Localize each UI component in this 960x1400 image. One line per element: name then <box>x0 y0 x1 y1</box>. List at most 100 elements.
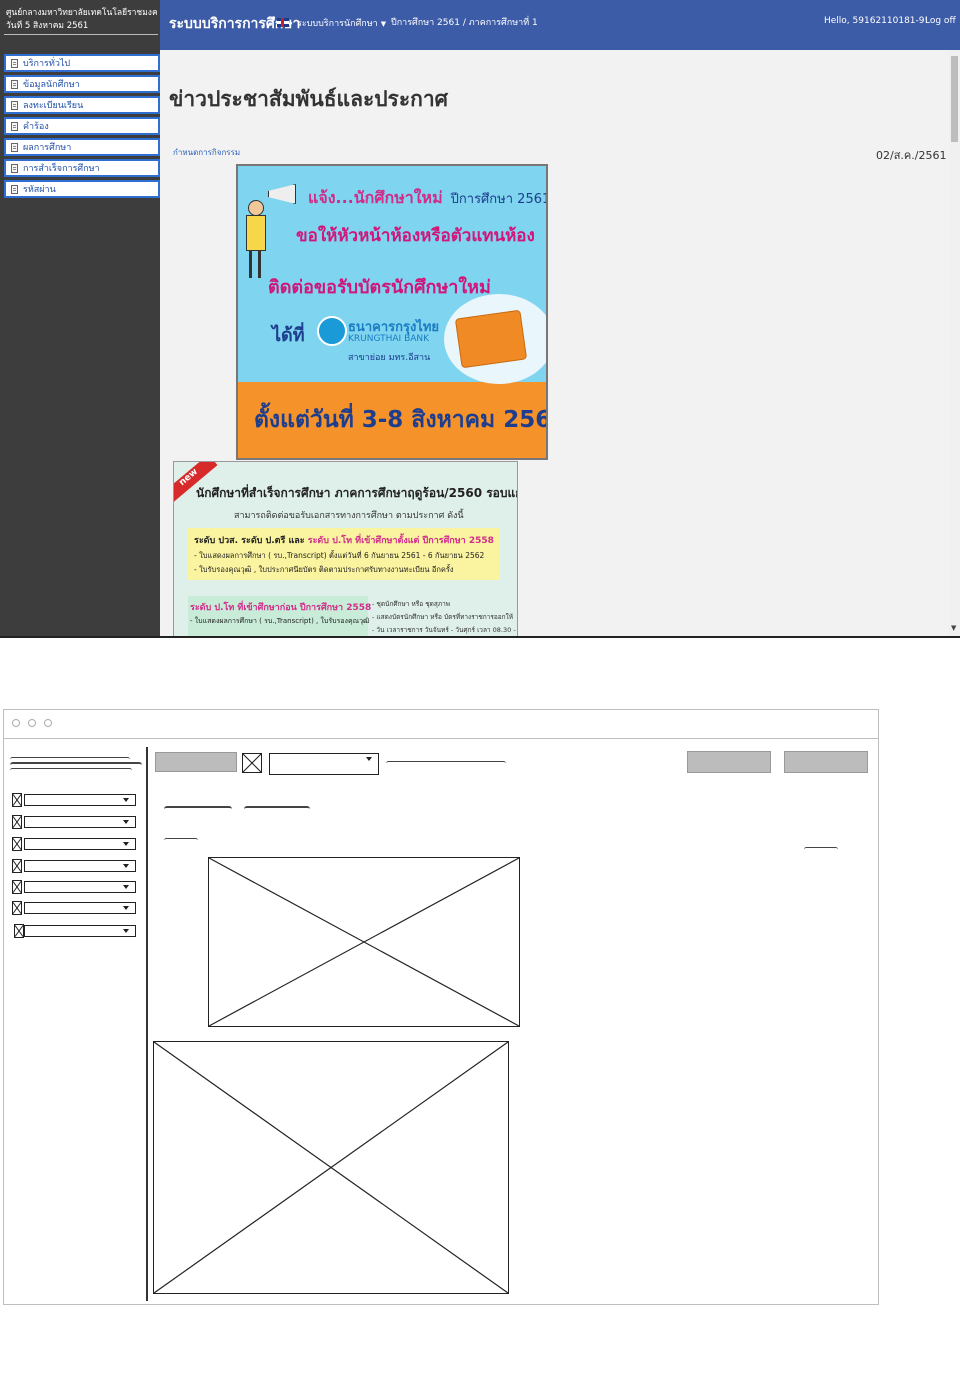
sidebar-menu: บริการทั่วไป ข้อมูลนักศึกษา ลงทะเบียนเรี… <box>4 54 160 201</box>
poster2-box2-title: ระดับ ป.โท ที่เข้าศึกษาก่อน ปีการศึกษา 2… <box>190 603 372 613</box>
wireframe-titlebar <box>4 710 878 739</box>
brand-placeholder[interactable] <box>155 752 237 772</box>
scribble-title <box>244 806 310 812</box>
sidebar-item-label: ผลการศึกษา <box>23 143 72 153</box>
poster2-box1-line1: - ใบแสดงผลการศึกษา ( รบ.,Transcript) ตั้… <box>194 551 485 560</box>
poster2-box1-title: ระดับ ปวส. ระดับ ป.ตรี และ ระดับ ป.โท ที… <box>194 533 494 547</box>
top-navbar: ระบบบริการการศึกษา ระบบบริการนักศึกษา ▼ ป… <box>160 0 960 50</box>
window-dot-icon <box>28 719 36 727</box>
window-dot-icon <box>44 719 52 727</box>
dropdown-placeholder[interactable] <box>24 902 136 914</box>
document-icon <box>11 142 18 152</box>
wireframe-sidebar-border <box>146 747 148 1301</box>
poster-at-label: ได้ที่ <box>272 325 305 346</box>
screenshot: ศูนย์กลางมหาวิทยาลัยเทคโนโลยีราชมงคลอีสา… <box>0 0 960 638</box>
sidebar-item-grades[interactable]: ผลการศึกษา <box>4 138 160 156</box>
poster2-box-2: ระดับ ป.โท ที่เข้าศึกษาก่อน ปีการศึกษา 2… <box>188 596 372 638</box>
poster-line-3: ติดต่อขอรับบัตรนักศึกษาใหม่ <box>268 277 491 298</box>
scribble-text <box>386 761 506 766</box>
announcement-poster-graduates[interactable]: new นักศึกษาที่สำเร็จการศึกษา ภาคการศึกษ… <box>173 461 518 638</box>
user-greeting[interactable]: Hello, 59162110181-9! <box>824 16 928 26</box>
sidebar-item-password[interactable]: รหัสผ่าน <box>4 180 160 198</box>
uk-flag-icon[interactable] <box>277 18 289 27</box>
poster2-title: นักศึกษาที่สำเร็จการศึกษา ภาคการศึกษาฤดู… <box>196 486 518 500</box>
scroll-down-arrow-icon[interactable]: ▼ <box>951 624 956 632</box>
dropdown-placeholder[interactable] <box>24 860 136 872</box>
scribble-link <box>164 838 198 843</box>
poster2-box-1: ระดับ ปวส. ระดับ ป.ตรี และ ระดับ ป.โท ที… <box>188 528 500 580</box>
checkbox-icon[interactable] <box>14 924 24 938</box>
dropdown-placeholder[interactable] <box>24 881 136 893</box>
scribble-title <box>164 806 232 812</box>
org-name: ศูนย์กลางมหาวิทยาลัยเทคโนโลยีราชมงคลอีสา… <box>6 8 158 18</box>
current-date: วันที่ 5 สิงหาคม 2561 <box>6 21 89 31</box>
announcement-poster-student-card[interactable]: แจ้ง...นักศึกษาใหม่ ปีการศึกษา 2561 ขอให้… <box>236 164 548 460</box>
poster2-side-line: - ชุดนักศึกษา หรือ ชุดสุภาพ <box>372 600 451 608</box>
checkbox-icon[interactable] <box>12 793 22 807</box>
document-icon <box>11 121 18 131</box>
system-menu-dropdown[interactable]: ระบบบริการนักศึกษา ▼ <box>297 16 386 30</box>
scribble-date <box>804 847 838 852</box>
screenshot-border <box>0 636 960 638</box>
poster-headline-text: แจ้ง...นักศึกษาใหม่ <box>308 188 443 207</box>
student-card-image <box>454 309 528 369</box>
org-header: ศูนย์กลางมหาวิทยาลัยเทคโนโลยีราชมงคลอีสา… <box>6 7 158 33</box>
logoff-link[interactable]: Log off <box>925 16 956 26</box>
dropdown-placeholder[interactable] <box>24 925 136 937</box>
scrollbar-thumb[interactable] <box>951 56 958 142</box>
dropdown-placeholder[interactable] <box>24 838 136 850</box>
flag-placeholder-icon[interactable] <box>242 753 262 773</box>
sidebar-item-general-services[interactable]: บริการทั่วไป <box>4 54 160 72</box>
bank-branch: สาขาย่อย มทร.อีสาน <box>348 353 431 363</box>
document-icon <box>11 79 18 89</box>
poster2-box1-line2: - ใบรับรองคุณวุฒิ , ใบประกาศนียบัตร ติดต… <box>194 565 454 574</box>
poster-headline: แจ้ง...นักศึกษาใหม่ ปีการศึกษา 2561 <box>308 186 548 211</box>
academic-term: ปีการศึกษา 2561 / ภาคการศึกษาที่ 1 <box>391 18 538 28</box>
sidebar-item-label: บริการทั่วไป <box>23 59 71 69</box>
poster2-box2-line1: - ใบแสดงผลการศึกษา ( รบ.,Transcript) , ใ… <box>190 617 370 625</box>
bank-name-en: KRUNGTHAI BANK <box>348 334 430 344</box>
image-placeholder <box>153 1041 509 1294</box>
system-menu-placeholder[interactable] <box>269 753 379 775</box>
system-menu-label: ระบบบริการนักศึกษา <box>297 19 378 29</box>
sidebar-item-label: รหัสผ่าน <box>23 185 56 195</box>
page-title: ข่าวประชาสัมพันธ์และประกาศ <box>169 87 448 111</box>
poster-year: ปีการศึกษา 2561 <box>450 192 548 207</box>
main-content: ข่าวประชาสัมพันธ์และประกาศ กำหนดการกิจกร… <box>160 50 949 638</box>
checkbox-icon[interactable] <box>12 901 22 915</box>
window-dot-icon <box>12 719 20 727</box>
bank-logo-icon <box>317 316 347 346</box>
checkbox-icon[interactable] <box>12 837 22 851</box>
sidebar-item-label: คำร้อง <box>23 122 49 132</box>
sidebar-divider <box>4 34 158 35</box>
poster2-side-notes: - ชุดนักศึกษา หรือ ชุดสุภาพ - แสดงบัตรนั… <box>372 598 517 637</box>
sidebar-item-petitions[interactable]: คำร้อง <box>4 117 160 135</box>
poster-line-2: ขอให้หัวหน้าห้องหรือตัวแทนห้อง <box>296 226 535 246</box>
poster2-side-line: - แสดงบัตรนักศึกษา หรือ บัตรที่ทางราชการ… <box>372 613 514 621</box>
post-date: 02/ส.ค./2561 <box>876 149 947 162</box>
sidebar-item-student-info[interactable]: ข้อมูลนักศึกษา <box>4 75 160 93</box>
vertical-scrollbar[interactable]: ▼ <box>949 50 960 638</box>
logoff-placeholder[interactable] <box>784 751 868 773</box>
document-icon <box>11 58 18 68</box>
poster2-box1-title-b: ระดับ ป.โท ที่เข้าศึกษาตั้งแต่ ปีการศึกษ… <box>307 536 494 546</box>
scribble-text <box>10 768 132 773</box>
dropdown-placeholder[interactable] <box>24 816 136 828</box>
checkbox-icon[interactable] <box>12 815 22 829</box>
user-placeholder[interactable] <box>687 751 771 773</box>
poster-dates: ตั้งแต่วันที่ 3-8 สิงหาคม 2561 <box>254 407 548 433</box>
document-icon <box>11 184 18 194</box>
image-placeholder <box>208 857 520 1027</box>
document-icon <box>11 100 18 110</box>
checkbox-icon[interactable] <box>12 880 22 894</box>
wireframe-sketch <box>3 709 879 1305</box>
megaphone-icon <box>268 184 296 204</box>
poster2-box1-title-a: ระดับ ปวส. ระดับ ป.ตรี และ <box>194 536 308 546</box>
checkbox-icon[interactable] <box>12 859 22 873</box>
caret-down-icon: ▼ <box>380 20 387 28</box>
activity-schedule-link[interactable]: กำหนดการกิจกรรม <box>173 146 240 159</box>
document-icon <box>11 163 18 173</box>
dropdown-placeholder[interactable] <box>24 794 136 806</box>
sidebar-item-graduation[interactable]: การสำเร็จการศึกษา <box>4 159 160 177</box>
sidebar-item-registration[interactable]: ลงทะเบียนเรียน <box>4 96 160 114</box>
